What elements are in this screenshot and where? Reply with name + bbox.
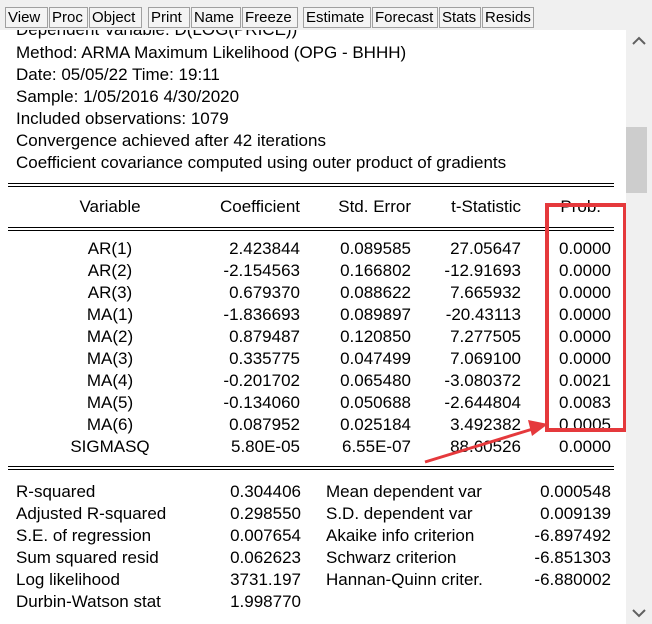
stats-button[interactable]: Stats bbox=[439, 7, 481, 28]
forecast-button[interactable]: Forecast bbox=[372, 7, 438, 28]
stat-value: -6.897492 bbox=[534, 526, 611, 545]
object-button[interactable]: Object bbox=[89, 7, 142, 28]
toolbar: View Proc Object Print Name Freeze Estim… bbox=[0, 0, 652, 31]
col-header-t-statistic: t-Statistic bbox=[451, 197, 521, 216]
cell-t-statistic: -2.644804 bbox=[444, 393, 521, 412]
method-line: Method: ARMA Maximum Likelihood (OPG - B… bbox=[16, 43, 407, 62]
cell-variable: MA(6) bbox=[86, 415, 134, 434]
cell-std-error: 0.050688 bbox=[340, 393, 411, 412]
cell-variable: MA(5) bbox=[86, 393, 134, 412]
col-header-std-error: Std. Error bbox=[338, 197, 411, 216]
print-button[interactable]: Print bbox=[148, 7, 190, 28]
divider bbox=[8, 466, 614, 467]
cell-variable: MA(1) bbox=[86, 305, 134, 324]
stat-value: 0.304406 bbox=[230, 482, 301, 501]
divider bbox=[8, 183, 614, 184]
cell-t-statistic: 27.05647 bbox=[450, 239, 521, 258]
col-header-coefficient: Coefficient bbox=[219, 197, 300, 216]
divider bbox=[8, 469, 614, 470]
scroll-up-icon[interactable] bbox=[626, 34, 652, 48]
stat-label: S.E. of regression bbox=[16, 526, 152, 545]
stat-label: Schwarz criterion bbox=[326, 548, 457, 567]
dependent-variable-line: Dependent Variable: D(LOG(PRICE)) bbox=[16, 30, 297, 40]
cell-t-statistic: 3.492382 bbox=[450, 415, 521, 434]
cell-prob: 0.0000 bbox=[559, 437, 611, 456]
stat-label: Mean dependent var bbox=[326, 482, 482, 501]
stat-label: Log likelihood bbox=[16, 570, 120, 589]
cell-coefficient: 2.423844 bbox=[229, 239, 300, 258]
divider bbox=[8, 227, 614, 228]
cell-variable: AR(1) bbox=[87, 239, 133, 258]
divider bbox=[8, 230, 614, 231]
cell-variable: MA(4) bbox=[86, 371, 134, 390]
cell-std-error: 0.065480 bbox=[340, 371, 411, 390]
estimate-button[interactable]: Estimate bbox=[303, 7, 371, 28]
cell-coefficient: 0.335775 bbox=[229, 349, 300, 368]
prob-highlight-box bbox=[545, 203, 627, 432]
cell-variable: AR(2) bbox=[87, 261, 133, 280]
stat-value: 0.298550 bbox=[230, 504, 301, 523]
stat-value: 3731.197 bbox=[230, 570, 301, 589]
cell-std-error: 0.166802 bbox=[340, 261, 411, 280]
cell-std-error: 0.047499 bbox=[340, 349, 411, 368]
cell-t-statistic: -3.080372 bbox=[444, 371, 521, 390]
observations-line: Included observations: 1079 bbox=[16, 109, 229, 128]
cell-variable: SIGMASQ bbox=[70, 437, 150, 456]
cell-coefficient: -0.201702 bbox=[223, 371, 300, 390]
resids-button[interactable]: Resids bbox=[482, 7, 534, 28]
scroll-down-icon[interactable] bbox=[626, 606, 652, 620]
cell-coefficient: -2.154563 bbox=[223, 261, 300, 280]
stat-label: Hannan-Quinn criter. bbox=[326, 570, 483, 589]
cell-std-error: 0.120850 bbox=[340, 327, 411, 346]
cell-std-error: 0.088622 bbox=[340, 283, 411, 302]
cell-coefficient: 5.80E-05 bbox=[231, 437, 300, 456]
stat-label: Adjusted R-squared bbox=[16, 504, 167, 523]
cell-variable: MA(2) bbox=[86, 327, 134, 346]
cell-variable: MA(3) bbox=[86, 349, 134, 368]
vertical-scrollbar[interactable] bbox=[626, 30, 652, 624]
cell-std-error: 0.025184 bbox=[340, 415, 411, 434]
stat-value: 0.062623 bbox=[230, 548, 301, 567]
cell-t-statistic: 7.665932 bbox=[450, 283, 521, 302]
sample-line: Sample: 1/05/2016 4/30/2020 bbox=[16, 87, 240, 106]
convergence-line: Convergence achieved after 42 iterations bbox=[16, 131, 326, 150]
stat-value: 0.000548 bbox=[540, 482, 611, 501]
output-panel: Dependent Variable: D(LOG(PRICE)) Method… bbox=[0, 30, 626, 624]
stat-value: 0.007654 bbox=[230, 526, 301, 545]
cell-coefficient: -0.134060 bbox=[223, 393, 300, 412]
name-button[interactable]: Name bbox=[191, 7, 241, 28]
date-line: Date: 05/05/22 Time: 19:11 bbox=[16, 65, 220, 84]
cell-coefficient: 0.087952 bbox=[229, 415, 300, 434]
scroll-thumb[interactable] bbox=[626, 127, 647, 193]
stat-value: -6.880002 bbox=[534, 570, 611, 589]
stat-value: -6.851303 bbox=[534, 548, 611, 567]
view-button[interactable]: View bbox=[5, 7, 48, 28]
cell-coefficient: 0.879487 bbox=[229, 327, 300, 346]
cell-coefficient: 0.679370 bbox=[229, 283, 300, 302]
stat-value: 1.998770 bbox=[230, 592, 301, 611]
cell-t-statistic: 7.277505 bbox=[450, 327, 521, 346]
cell-t-statistic: -20.43113 bbox=[445, 305, 521, 324]
stat-value: 0.009139 bbox=[540, 504, 611, 523]
cell-std-error: 6.55E-07 bbox=[342, 437, 411, 456]
cell-t-statistic: 7.069100 bbox=[450, 349, 521, 368]
proc-button[interactable]: Proc bbox=[49, 7, 88, 28]
stat-label: S.D. dependent var bbox=[326, 504, 473, 523]
cell-coefficient: -1.836693 bbox=[223, 305, 300, 324]
cell-t-statistic: 88.60526 bbox=[450, 437, 521, 456]
cell-std-error: 0.089585 bbox=[340, 239, 411, 258]
stat-label: Sum squared resid bbox=[16, 548, 159, 567]
stat-label: R-squared bbox=[16, 482, 96, 501]
covariance-line: Coefficient covariance computed using ou… bbox=[16, 153, 507, 172]
stat-label: Durbin-Watson stat bbox=[16, 592, 161, 611]
cell-std-error: 0.089897 bbox=[340, 305, 411, 324]
cell-t-statistic: -12.91693 bbox=[444, 261, 521, 280]
freeze-button[interactable]: Freeze bbox=[242, 7, 298, 28]
cell-variable: AR(3) bbox=[87, 283, 133, 302]
divider bbox=[8, 186, 614, 187]
stat-label: Akaike info criterion bbox=[326, 526, 475, 545]
col-header-variable: Variable bbox=[79, 197, 141, 216]
